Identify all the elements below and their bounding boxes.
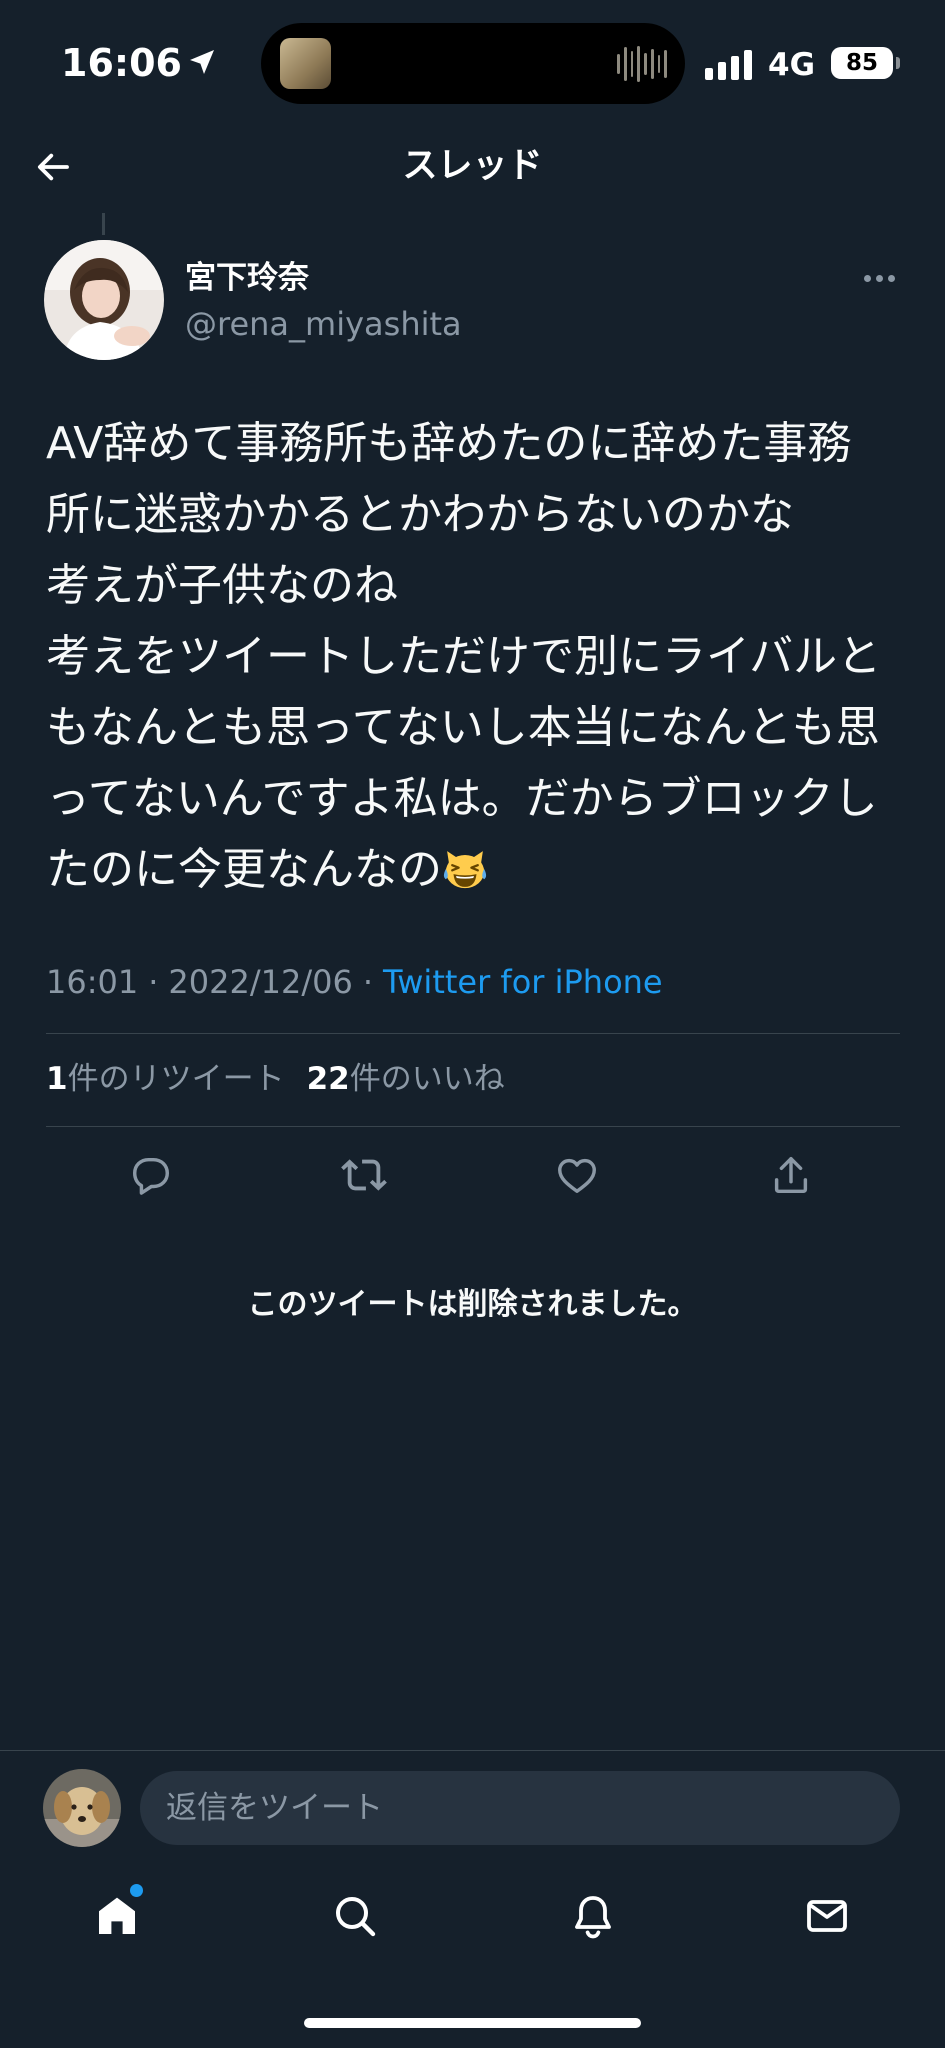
divider <box>46 1126 900 1127</box>
more-options-icon[interactable] <box>864 270 900 286</box>
mail-icon[interactable] <box>803 1892 851 1940</box>
divider <box>46 1033 900 1034</box>
deleted-tweet-notice: このツイートは削除されました。 <box>247 1287 698 1322</box>
avatar-photo <box>44 240 164 360</box>
avatar[interactable] <box>43 1769 121 1847</box>
retweet-label: 件のリツイート <box>67 1061 285 1097</box>
home-icon[interactable] <box>93 1892 141 1940</box>
tweet-text: AV辞めて事務所も辞めたのに辞めた事務所に迷惑かかるとかわからないのかな 考えが… <box>46 408 886 905</box>
now-playing-artwork[interactable] <box>280 38 331 89</box>
notification-dot <box>130 1884 143 1897</box>
tweet-source-link[interactable]: Twitter for iPhone <box>383 963 663 1001</box>
reply-icon[interactable] <box>128 1152 174 1198</box>
tweet-time: 16:01 <box>46 963 139 1001</box>
signal-bars-icon <box>705 48 755 80</box>
audio-waveform-icon <box>617 45 667 83</box>
tweet-body: AV辞めて事務所も辞めたのに辞めた事務所に迷惑かかるとかわからないのかな 考えが… <box>46 418 882 895</box>
battery-icon: 85 <box>831 47 893 79</box>
thread-connector-line <box>102 213 105 235</box>
divider <box>0 1750 945 1751</box>
bell-icon[interactable] <box>569 1892 617 1940</box>
reply-input[interactable] <box>140 1771 900 1845</box>
like-label: 件のいいね <box>349 1061 505 1097</box>
meta-separator: · <box>362 963 373 1001</box>
avatar-photo <box>43 1769 121 1847</box>
avatar[interactable] <box>44 240 164 360</box>
meta-separator: · <box>148 963 159 1001</box>
status-time: 16:06 <box>61 41 182 85</box>
share-icon[interactable] <box>768 1152 814 1198</box>
dynamic-island[interactable] <box>261 23 685 104</box>
network-type: 4G <box>768 47 816 83</box>
retweet-count: 1 <box>46 1061 68 1097</box>
search-icon[interactable] <box>331 1892 379 1940</box>
author-name[interactable]: 宮下玲奈 <box>185 258 309 298</box>
home-indicator[interactable] <box>304 2018 641 2028</box>
heart-icon[interactable] <box>554 1152 600 1198</box>
retweet-icon[interactable] <box>341 1152 387 1198</box>
author-handle[interactable]: @rena_miyashita <box>185 304 462 344</box>
tweet-metadata: 16:01 · 2022/12/06 · Twitter for iPhone <box>46 962 663 1002</box>
page-title: スレッド <box>402 146 543 186</box>
location-arrow-icon <box>190 50 214 74</box>
likes-count-link[interactable]: 22件のいいね <box>307 1061 505 1097</box>
cat-face-with-tears-of-joy-icon <box>443 851 487 889</box>
engagement-stats: 1件のリツイート 22件のいいね <box>46 1059 505 1099</box>
tweet-date: 2022/12/06 <box>168 963 353 1001</box>
like-count: 22 <box>306 1061 350 1097</box>
retweets-count-link[interactable]: 1件のリツイート <box>46 1061 285 1097</box>
battery-nub <box>896 57 900 69</box>
